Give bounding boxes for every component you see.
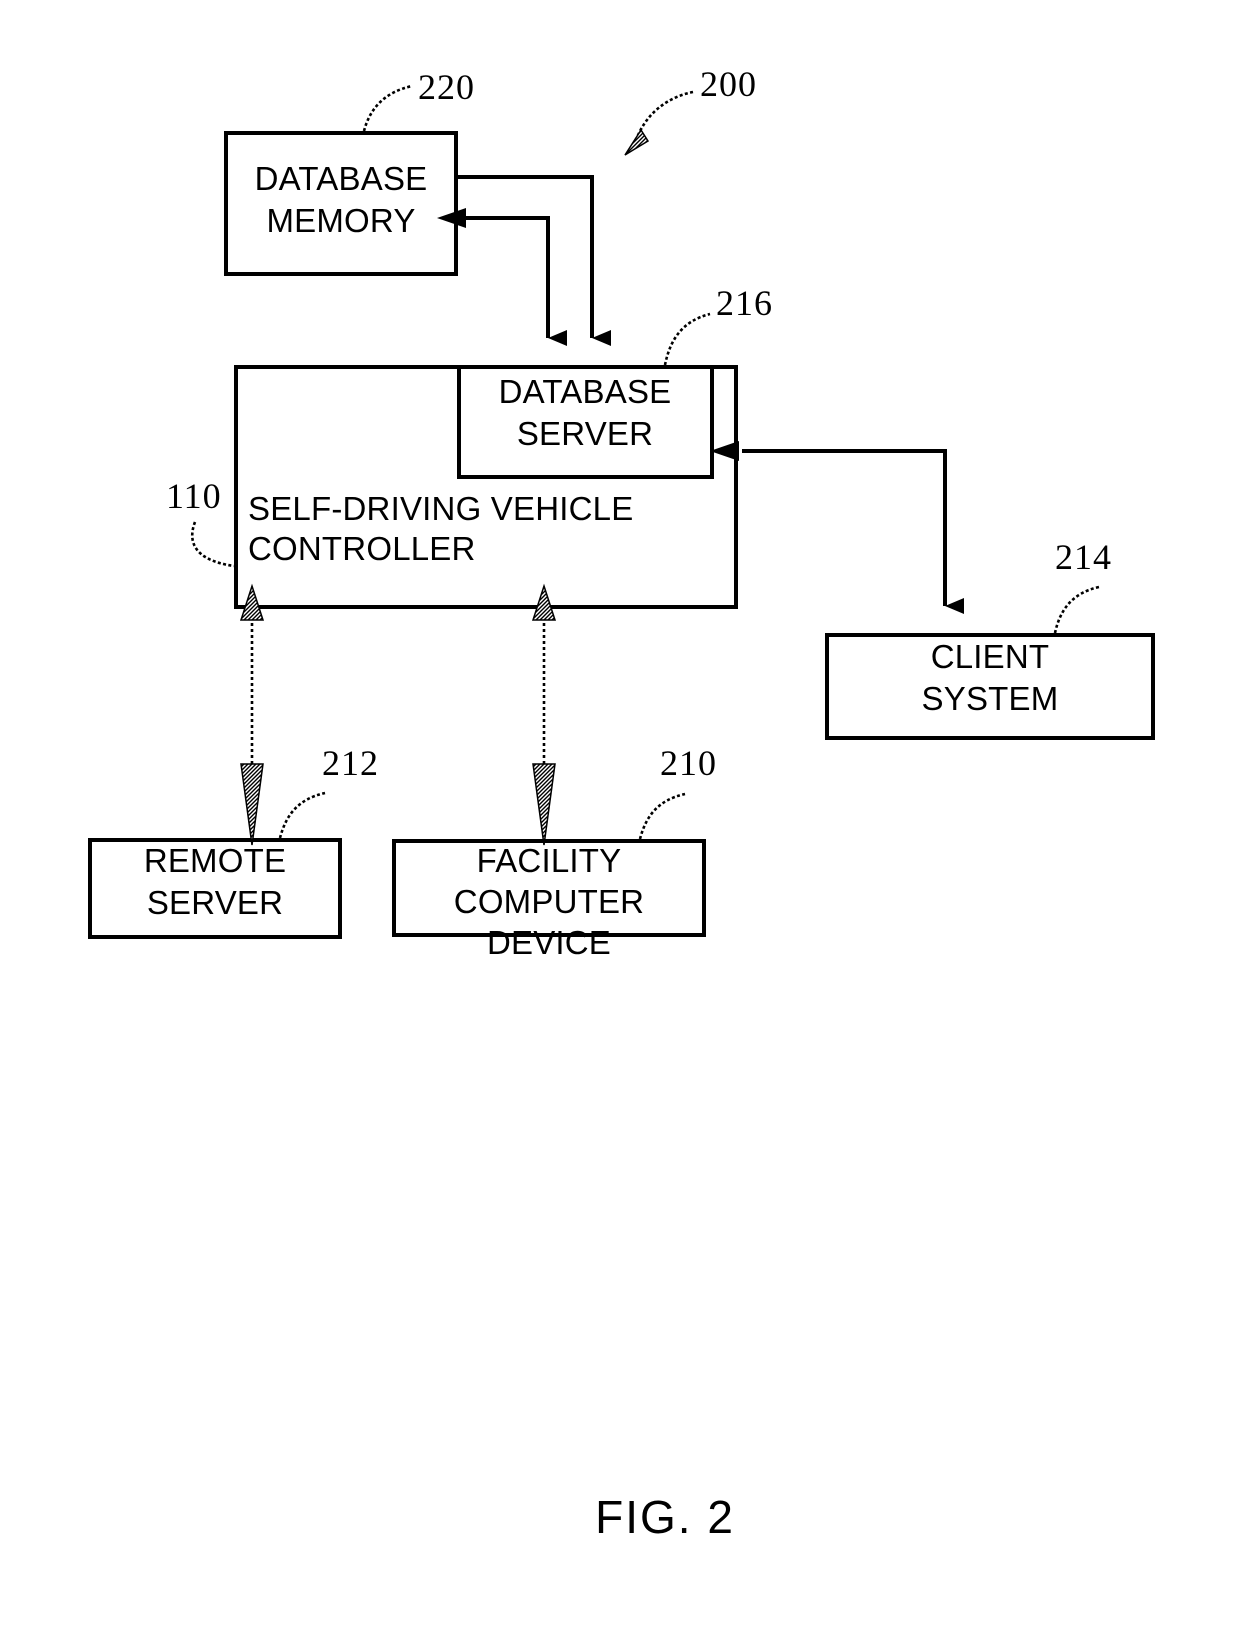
facility-computer-device-label-line1: FACILITY: [477, 842, 622, 879]
remote-server-label-line2: SERVER: [147, 884, 283, 921]
leader-line-214: [1053, 585, 1100, 634]
leader-line-210: [638, 792, 686, 840]
remote-server-box: REMOTE SERVER: [88, 838, 342, 939]
leader-line-220: [362, 84, 413, 132]
ref-number-210: 210: [660, 743, 717, 783]
figure-page: DATABASE MEMORY 220 200 SELF-DRIVING VEH…: [0, 0, 1240, 1646]
ref-number-110: 110: [166, 476, 222, 516]
leader-arrowhead-200: [624, 128, 650, 156]
leader-line-110: [191, 521, 235, 568]
client-system-box: CLIENT SYSTEM: [825, 633, 1155, 740]
connector-controller-to-facility-computer-device: [531, 583, 557, 846]
connector-controller-to-client-system: [742, 449, 964, 614]
leader-line-212: [278, 791, 326, 839]
self-driving-vehicle-controller-label-line1: SELF-DRIVING VEHICLE: [248, 490, 633, 527]
connector-remote-server-arrowhead-down: [240, 763, 264, 846]
figure-caption: FIG. 2: [595, 1491, 735, 1543]
connector-controller-to-remote-server: [239, 583, 265, 846]
database-server-box: DATABASE SERVER: [457, 365, 714, 479]
database-memory-box: DATABASE MEMORY: [224, 131, 458, 276]
facility-computer-device-label-line2: COMPUTER: [454, 883, 644, 920]
facility-computer-device-box: FACILITY COMPUTER DEVICE: [392, 839, 706, 961]
connector-memory-to-server: [456, 175, 611, 346]
system-diagram: DATABASE MEMORY 220 200 SELF-DRIVING VEH…: [88, 64, 1155, 1543]
database-server-label-line2: SERVER: [517, 415, 653, 452]
facility-computer-device-label-line3: DEVICE: [487, 924, 611, 961]
database-memory-label-line1: DATABASE: [255, 160, 428, 197]
ref-number-220: 220: [418, 67, 475, 107]
connector-facility-arrowhead-down: [532, 763, 556, 846]
ref-number-214: 214: [1055, 537, 1112, 577]
database-memory-label-line2: MEMORY: [266, 202, 415, 239]
ref-number-200: 200: [700, 64, 757, 104]
client-system-label-line1: CLIENT: [931, 638, 1050, 675]
ref-number-212: 212: [322, 743, 379, 783]
ref-number-216: 216: [716, 283, 773, 323]
connector-server-to-memory-line: [463, 216, 550, 338]
self-driving-vehicle-controller-label-line2: CONTROLLER: [248, 530, 476, 567]
database-server-label-line1: DATABASE: [499, 373, 672, 410]
remote-server-label-line1: REMOTE: [144, 842, 286, 879]
leader-line-216: [663, 312, 711, 366]
system-reference-200: 200: [624, 64, 757, 156]
client-system-label-line2: SYSTEM: [922, 680, 1059, 717]
